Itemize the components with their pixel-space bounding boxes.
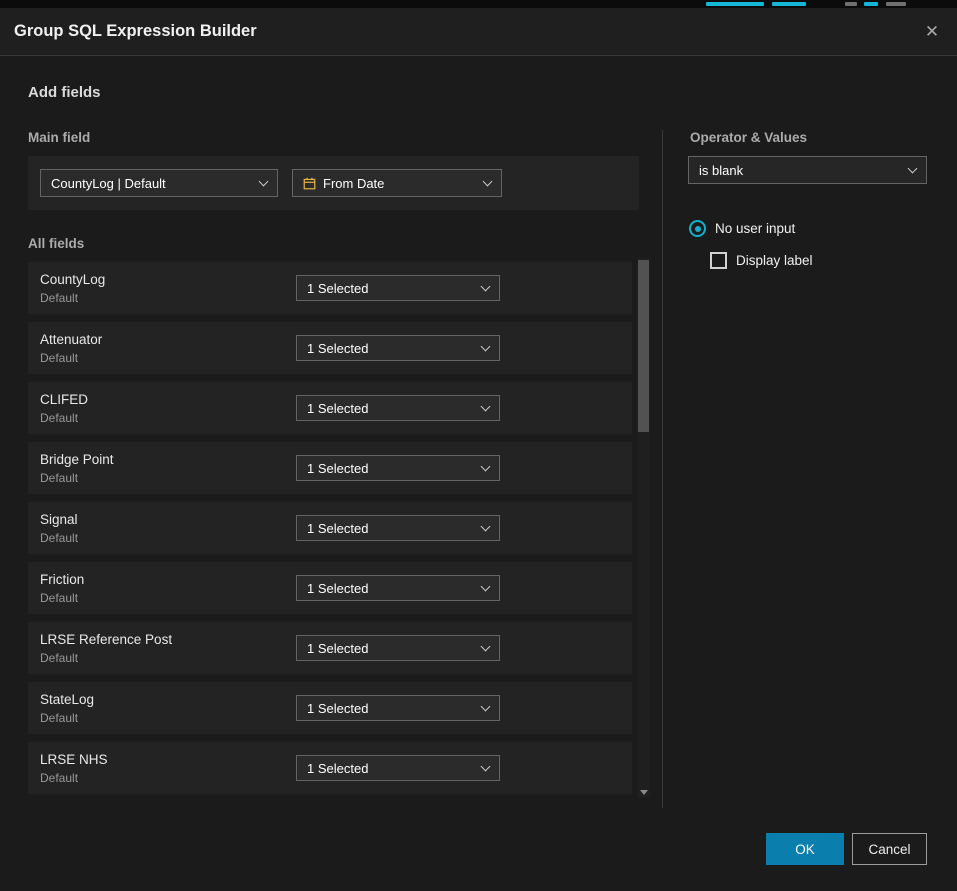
operator-dropdown[interactable]: is blank xyxy=(688,156,927,184)
backdrop-toolbar-fragment xyxy=(864,2,878,6)
chevron-down-icon xyxy=(481,702,491,712)
dropdown-label: 1 Selected xyxy=(307,341,368,356)
chevron-down-icon xyxy=(481,522,491,532)
backdrop-strip xyxy=(0,0,957,8)
operator-values-label: Operator & Values xyxy=(690,130,807,145)
chevron-down-icon xyxy=(481,642,491,652)
ok-button[interactable]: OK xyxy=(766,833,844,865)
backdrop-toolbar-fragment xyxy=(772,2,806,6)
vertical-divider xyxy=(662,130,663,808)
radio-dot xyxy=(695,226,701,232)
field-row-bridge-point: Bridge Point Default 1 Selected xyxy=(28,442,632,494)
dropdown-label: 1 Selected xyxy=(307,281,368,296)
dropdown-label: 1 Selected xyxy=(307,461,368,476)
layer-dropdown[interactable]: CountyLog | Default xyxy=(40,169,278,197)
field-selected-dropdown[interactable]: 1 Selected xyxy=(296,755,500,781)
checkbox-unchecked-icon[interactable] xyxy=(710,252,727,269)
dropdown-label: 1 Selected xyxy=(307,521,368,536)
field-selected-dropdown[interactable]: 1 Selected xyxy=(296,455,500,481)
screen: Group SQL Expression Builder ✕ Add field… xyxy=(0,0,957,891)
radio-label: No user input xyxy=(715,221,795,236)
chevron-down-icon xyxy=(481,462,491,472)
field-selected-dropdown[interactable]: 1 Selected xyxy=(296,275,500,301)
operator-dropdown-value: is blank xyxy=(699,163,743,178)
chevron-down-icon xyxy=(481,582,491,592)
chevron-down-icon xyxy=(481,342,491,352)
close-icon[interactable]: ✕ xyxy=(920,20,944,44)
display-label-checkbox-row[interactable]: Display label xyxy=(710,252,813,269)
field-dropdown-value: From Date xyxy=(323,176,384,191)
no-user-input-radio-row[interactable]: No user input xyxy=(689,220,795,237)
scrollbar-thumb[interactable] xyxy=(638,260,649,432)
field-selected-dropdown[interactable]: 1 Selected xyxy=(296,395,500,421)
field-row-lrse-reference-post: LRSE Reference Post Default 1 Selected xyxy=(28,622,632,674)
field-selected-dropdown[interactable]: 1 Selected xyxy=(296,335,500,361)
field-selected-dropdown[interactable]: 1 Selected xyxy=(296,515,500,541)
layer-dropdown-value: CountyLog | Default xyxy=(51,176,166,191)
field-dropdown[interactable]: From Date xyxy=(292,169,502,197)
field-row-clifed: CLIFED Default 1 Selected xyxy=(28,382,632,434)
scrollbar-track[interactable] xyxy=(637,258,650,798)
add-fields-heading: Add fields xyxy=(28,84,101,101)
chevron-down-icon xyxy=(481,402,491,412)
dialog-title: Group SQL Expression Builder xyxy=(14,8,257,55)
dropdown-label: 1 Selected xyxy=(307,641,368,656)
backdrop-toolbar-fragment xyxy=(886,2,906,6)
dropdown-label: 1 Selected xyxy=(307,581,368,596)
dialog-header: Group SQL Expression Builder ✕ xyxy=(0,8,957,56)
chevron-down-icon xyxy=(481,282,491,292)
field-row-countylog: CountyLog Default 1 Selected xyxy=(28,262,632,314)
main-field-label: Main field xyxy=(28,130,90,145)
radio-selected-icon[interactable] xyxy=(689,220,706,237)
backdrop-toolbar-fragment xyxy=(706,2,764,6)
chevron-down-icon xyxy=(908,164,918,174)
main-field-panel: CountyLog | Default From Date xyxy=(28,156,639,210)
field-row-lrse-nhs: LRSE NHS Default 1 Selected xyxy=(28,742,632,794)
cancel-button[interactable]: Cancel xyxy=(852,833,927,865)
field-selected-dropdown[interactable]: 1 Selected xyxy=(296,635,500,661)
group-sql-expression-builder-dialog: Group SQL Expression Builder ✕ Add field… xyxy=(0,8,957,891)
calendar-icon xyxy=(303,177,316,190)
all-fields-label: All fields xyxy=(28,236,84,251)
all-fields-list: CountyLog Default 1 Selected Attenuator … xyxy=(28,262,632,794)
backdrop-toolbar-fragment xyxy=(845,2,857,6)
chevron-down-icon xyxy=(483,177,493,187)
field-row-statelog: StateLog Default 1 Selected xyxy=(28,682,632,734)
field-row-attenuator: Attenuator Default 1 Selected xyxy=(28,322,632,374)
field-selected-dropdown[interactable]: 1 Selected xyxy=(296,575,500,601)
dropdown-label: 1 Selected xyxy=(307,701,368,716)
dropdown-label: 1 Selected xyxy=(307,401,368,416)
checkbox-label: Display label xyxy=(736,253,813,268)
field-row-signal: Signal Default 1 Selected xyxy=(28,502,632,554)
chevron-down-icon xyxy=(259,177,269,187)
field-selected-dropdown[interactable]: 1 Selected xyxy=(296,695,500,721)
field-row-friction: Friction Default 1 Selected xyxy=(28,562,632,614)
scrollbar-down-arrow-icon[interactable] xyxy=(640,790,648,795)
chevron-down-icon xyxy=(481,762,491,772)
dropdown-label: 1 Selected xyxy=(307,761,368,776)
